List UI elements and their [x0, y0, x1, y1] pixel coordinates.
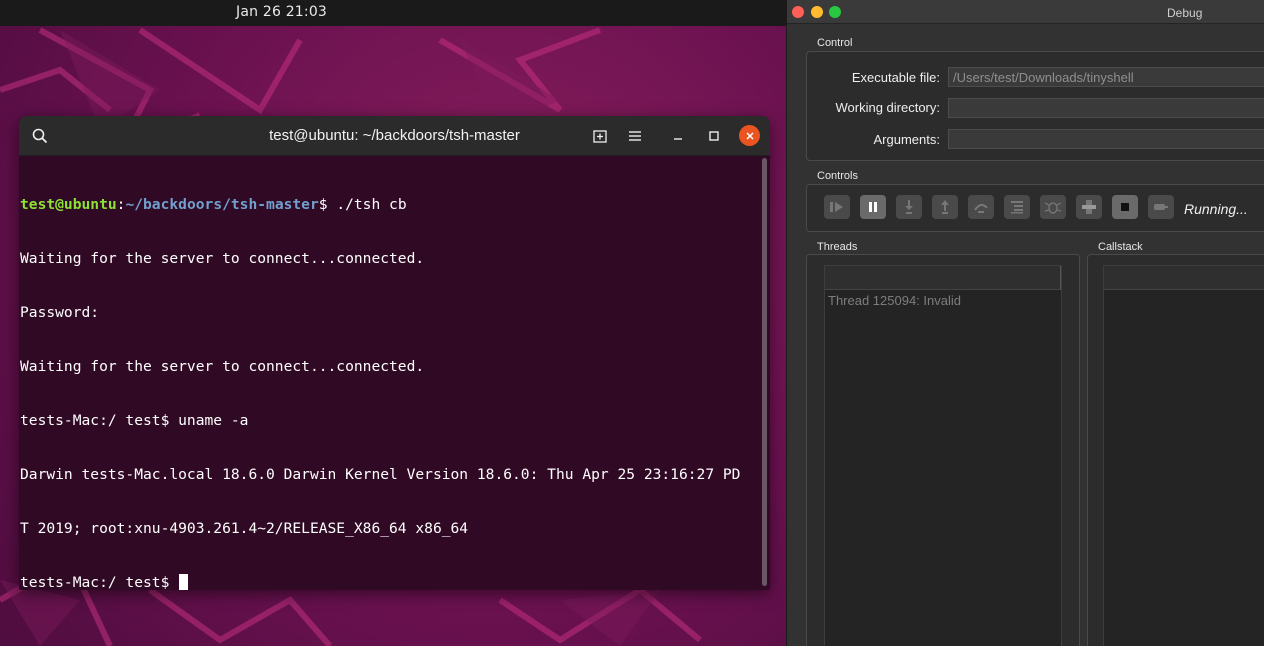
- step-out-icon: [941, 200, 949, 214]
- hamburger-menu-icon[interactable]: [624, 125, 646, 147]
- minimize-icon[interactable]: [667, 125, 689, 147]
- puzzle-icon: [1082, 200, 1096, 214]
- step-over-icon: [974, 204, 988, 213]
- window-zoom-button[interactable]: [829, 6, 841, 18]
- prompt-user: test@ubuntu: [20, 196, 117, 213]
- threads-list-header: [825, 266, 1061, 290]
- window-minimize-button[interactable]: [811, 6, 823, 18]
- new-tab-icon[interactable]: [589, 125, 611, 147]
- terminal-line: T 2019; root:xnu-4903.261.4~2/RELEASE_X8…: [20, 520, 469, 537]
- terminal-prompt-line: test@ubuntu:~/backdoors/tsh-master$ ./ts…: [20, 196, 760, 214]
- executable-file-input[interactable]: /Users/test/Downloads/tinyshell: [948, 67, 1264, 87]
- terminal-line: tests-Mac:/ test$ uname -a: [20, 412, 249, 429]
- stop-icon: [1121, 203, 1129, 211]
- working-directory-input[interactable]: [948, 98, 1264, 118]
- terminal-line: Password:: [20, 304, 100, 321]
- debug-window[interactable]: Debug Control Executable file: /Users/te…: [786, 0, 1264, 646]
- callstack-list-header: [1104, 266, 1264, 290]
- debug-break-button[interactable]: [1040, 195, 1066, 219]
- continue-button[interactable]: [824, 195, 850, 219]
- terminal-line: Darwin tests-Mac.local 18.6.0 Darwin Ker…: [20, 466, 741, 483]
- terminal-window[interactable]: test@ubuntu: ~/backdoors/tsh-master test…: [19, 116, 770, 590]
- controls-group-label: Controls: [817, 170, 858, 182]
- step-instruction-button[interactable]: [1004, 195, 1030, 219]
- terminal-current-line: tests-Mac:/ test$: [20, 574, 760, 590]
- threads-label: Threads: [817, 241, 858, 253]
- top-bar: Jan 26 21:03: [0, 0, 786, 26]
- step-into-button[interactable]: [896, 195, 922, 219]
- prompt-path: ~/backdoors/tsh-master: [125, 196, 319, 213]
- thread-item[interactable]: Thread 125094: Invalid: [828, 293, 961, 308]
- threads-list[interactable]: [824, 265, 1062, 646]
- arguments-input[interactable]: [948, 129, 1264, 149]
- clock[interactable]: Jan 26 21:03: [236, 4, 327, 20]
- executable-file-label: Executable file:: [851, 70, 940, 85]
- close-button[interactable]: [739, 125, 760, 146]
- callstack-list[interactable]: [1103, 265, 1264, 646]
- working-directory-label: Working directory:: [835, 100, 940, 115]
- terminal-line: Waiting for the server to connect...conn…: [20, 250, 425, 267]
- step-over-button[interactable]: [968, 195, 994, 219]
- detach-button[interactable]: [1148, 195, 1174, 219]
- prompt-command: $ ./tsh cb: [318, 196, 407, 213]
- callstack-label: Callstack: [1098, 241, 1143, 253]
- step-into-icon: [905, 200, 913, 214]
- text-cursor: [179, 574, 189, 590]
- run-status: Running...: [1184, 201, 1248, 217]
- stop-button[interactable]: [1112, 195, 1138, 219]
- terminal-output[interactable]: test@ubuntu:~/backdoors/tsh-master$ ./ts…: [20, 160, 760, 590]
- list-icon: [1011, 201, 1023, 214]
- bug-icon: [1044, 202, 1062, 214]
- debug-window-title: Debug: [1167, 6, 1203, 20]
- terminal-title: test@ubuntu: ~/backdoors/tsh-master: [269, 127, 520, 144]
- attach-button[interactable]: [1076, 195, 1102, 219]
- terminal-header-bar: test@ubuntu: ~/backdoors/tsh-master: [19, 116, 770, 156]
- current-prompt: tests-Mac:/ test$: [20, 574, 179, 590]
- arguments-label: Arguments:: [873, 132, 940, 147]
- play-icon: [830, 202, 843, 212]
- pause-button[interactable]: [860, 195, 886, 219]
- debug-titlebar: Debug: [787, 0, 1264, 24]
- detach-icon: [1154, 204, 1168, 210]
- terminal-line: Waiting for the server to connect...conn…: [20, 358, 425, 375]
- window-close-button[interactable]: [792, 6, 804, 18]
- control-group-label: Control: [817, 37, 853, 49]
- close-icon: [745, 131, 754, 140]
- terminal-scrollbar[interactable]: [762, 158, 767, 586]
- step-out-button[interactable]: [932, 195, 958, 219]
- pause-icon: [869, 202, 877, 212]
- threads-header-divider: [1060, 266, 1061, 290]
- maximize-icon[interactable]: [703, 125, 725, 147]
